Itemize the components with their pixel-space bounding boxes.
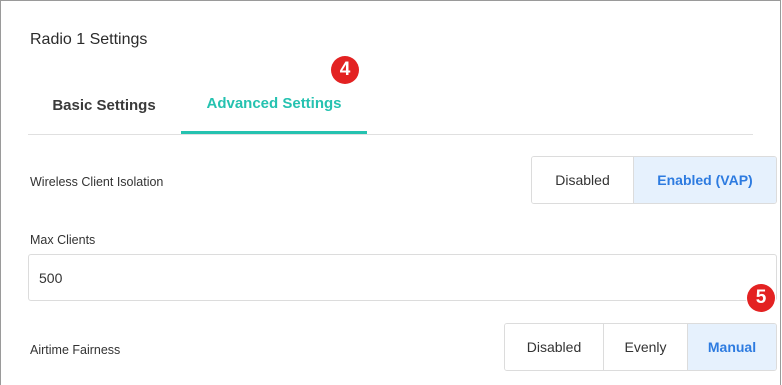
- airtime-option-evenly[interactable]: Evenly: [603, 324, 687, 370]
- tab-advanced-settings[interactable]: Advanced Settings: [181, 76, 367, 134]
- airtime-option-manual[interactable]: Manual: [687, 324, 776, 370]
- tab-bar: Basic Settings Advanced Settings: [28, 76, 753, 135]
- step-marker-5: 5: [747, 284, 775, 312]
- wireless-client-isolation-toggle: Disabled Enabled (VAP): [531, 156, 777, 204]
- settings-panel: Radio 1 Settings Basic Settings Advanced…: [0, 0, 781, 385]
- airtime-fairness-label: Airtime Fairness: [30, 343, 121, 357]
- max-clients-label: Max Clients: [30, 233, 96, 247]
- airtime-option-disabled[interactable]: Disabled: [505, 324, 603, 370]
- isolation-option-disabled[interactable]: Disabled: [532, 157, 633, 203]
- wireless-client-isolation-label: Wireless Client Isolation: [30, 175, 164, 189]
- max-clients-input[interactable]: [28, 254, 777, 301]
- isolation-option-enabled-vap[interactable]: Enabled (VAP): [633, 157, 776, 203]
- panel-title: Radio 1 Settings: [30, 31, 148, 48]
- airtime-fairness-toggle: Disabled Evenly Manual: [504, 323, 777, 371]
- step-marker-4: 4: [331, 56, 359, 84]
- tab-basic-settings[interactable]: Basic Settings: [28, 76, 180, 134]
